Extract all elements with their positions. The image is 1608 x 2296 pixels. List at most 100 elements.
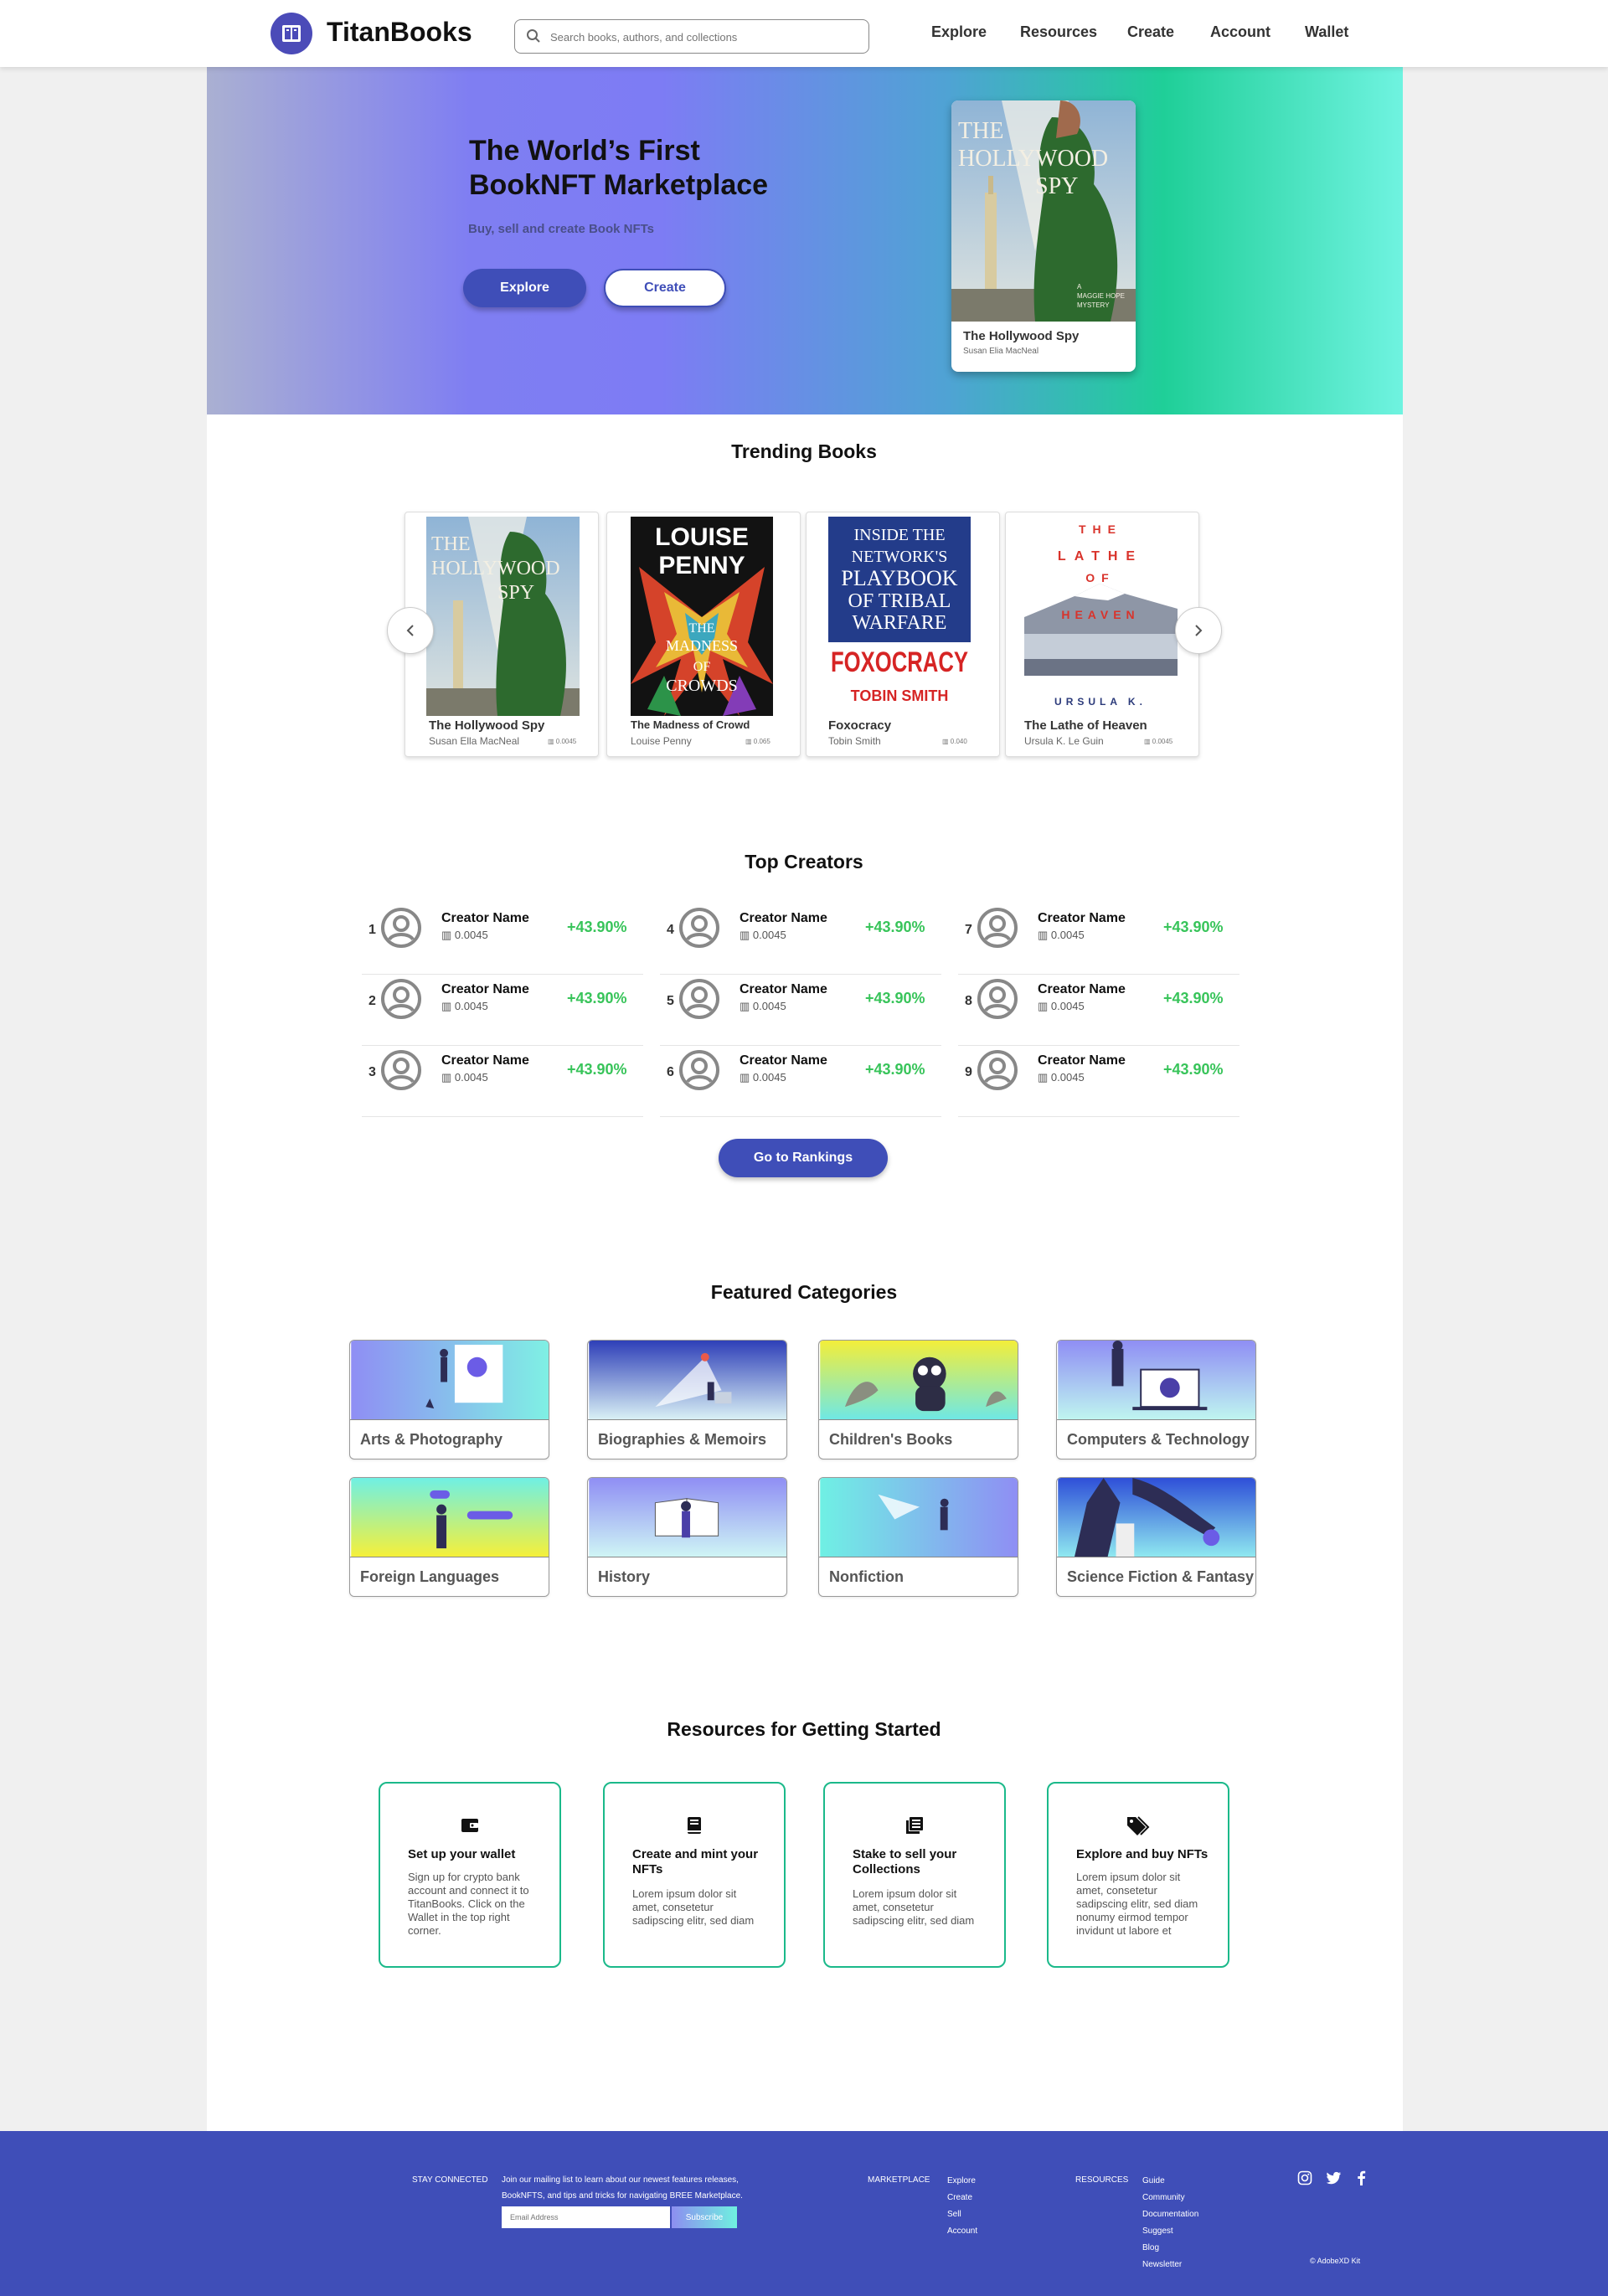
book-author: Louise Penny xyxy=(631,735,692,747)
avatar-icon xyxy=(977,979,1018,1019)
creator-change: +43.90% xyxy=(1163,919,1224,935)
creator-row[interactable]: 3 Creator Name ▥ 0.0045 +43.90% xyxy=(362,1048,643,1117)
book-card[interactable]: THE LATHE OF HEAVEN URSULA K. The Lathe … xyxy=(1005,512,1199,757)
category-card-computers[interactable]: Computers & Technology xyxy=(1056,1340,1256,1459)
category-card-biographies[interactable]: Biographies & Memoirs xyxy=(587,1340,787,1459)
creator-value: ▥ 0.0045 xyxy=(740,1071,786,1084)
book-cover-image: LOUISE PENNY THE MADNESS OF CROWDS xyxy=(631,517,773,716)
book-author: Susan Ella MacNeal xyxy=(429,735,520,747)
nav-explore[interactable]: Explore xyxy=(931,23,987,41)
featured-categories-title: Featured Categories xyxy=(710,1281,898,1303)
nav-account[interactable]: Account xyxy=(1210,23,1270,41)
creator-row[interactable]: 9 Creator Name ▥ 0.0045 +43.90% xyxy=(958,1048,1240,1117)
category-card-nonfiction[interactable]: Nonfiction xyxy=(818,1477,1018,1597)
svg-text:SPY: SPY xyxy=(497,582,534,604)
category-illustration xyxy=(1057,1341,1255,1420)
category-label: Children's Books xyxy=(829,1431,953,1448)
creator-rank: 1 xyxy=(368,923,376,937)
svg-text:A: A xyxy=(1077,283,1082,291)
creator-row[interactable]: 8 Creator Name ▥ 0.0045 +43.90% xyxy=(958,977,1240,1046)
nav-resources[interactable]: Resources xyxy=(1020,23,1097,41)
coin-icon: ▥ xyxy=(1038,929,1051,941)
avatar-icon xyxy=(381,1050,421,1090)
book-price: ▥ 0.0045 xyxy=(548,738,577,745)
resource-card-explore[interactable]: Explore and buy NFTs Lorem ipsum dolor s… xyxy=(1047,1782,1229,1968)
category-label: Biographies & Memoirs xyxy=(598,1431,767,1448)
featured-book-author: Susan Elia MacNeal xyxy=(963,347,1039,356)
book-card[interactable]: INSIDE THE NETWORK'S PLAYBOOK OF TRIBAL … xyxy=(806,512,1000,757)
creator-name: Creator Name xyxy=(1038,1053,1126,1068)
hero-create-button[interactable]: Create xyxy=(604,269,726,307)
category-illustration xyxy=(588,1478,786,1557)
search-bar[interactable] xyxy=(514,19,869,54)
creator-value: ▥ 0.0045 xyxy=(740,1000,786,1012)
footer-link-suggest[interactable]: Suggest xyxy=(1142,2223,1173,2240)
creator-row[interactable]: 4 Creator Name ▥ 0.0045 +43.90% xyxy=(660,906,941,975)
creator-change: +43.90% xyxy=(1163,990,1224,1006)
creator-row[interactable]: 7 Creator Name ▥ 0.0045 +43.90% xyxy=(958,906,1240,975)
featured-book-card[interactable]: THE HOLLYWOOD SPY A MAGGIE HOPE MYSTERY … xyxy=(951,100,1136,372)
svg-text:OF: OF xyxy=(693,660,711,674)
book-title: The Hollywood Spy xyxy=(429,718,545,733)
twitter-icon[interactable] xyxy=(1327,2171,1342,2185)
category-card-foreign-languages[interactable]: Foreign Languages xyxy=(349,1477,549,1597)
category-label: Computers & Technology xyxy=(1067,1431,1250,1448)
creator-change: +43.90% xyxy=(865,919,925,935)
logo-icon[interactable] xyxy=(271,13,312,54)
book-card[interactable]: THE HOLLYWOOD SPY The Hollywood Spy Susa… xyxy=(405,512,599,757)
category-card-childrens[interactable]: Children's Books xyxy=(818,1340,1018,1459)
category-card-arts[interactable]: Arts & Photography xyxy=(349,1340,549,1459)
footer-link-sell[interactable]: Sell xyxy=(947,2206,961,2223)
resource-card-create[interactable]: Create and mint your NFTs Lorem ipsum do… xyxy=(603,1782,786,1968)
footer-link-create[interactable]: Create xyxy=(947,2190,972,2206)
creator-value: ▥ 0.0045 xyxy=(1038,1071,1085,1084)
book-card[interactable]: LOUISE PENNY THE MADNESS OF CROWDS The M… xyxy=(606,512,801,757)
footer-link-guide[interactable]: Guide xyxy=(1142,2173,1165,2190)
book-price: ▥ 0.040 xyxy=(942,738,967,745)
footer-link-blog[interactable]: Blog xyxy=(1142,2240,1159,2257)
hero-explore-button[interactable]: Explore xyxy=(463,269,586,307)
footer-link-account[interactable]: Account xyxy=(947,2223,977,2240)
carousel-next-button[interactable] xyxy=(1175,607,1222,654)
category-label: History xyxy=(598,1568,651,1585)
category-card-science-fiction[interactable]: Science Fiction & Fantasy xyxy=(1056,1477,1256,1597)
email-field[interactable] xyxy=(502,2206,670,2228)
resource-card-wallet[interactable]: Set up your wallet Sign up for crypto ba… xyxy=(379,1782,561,1968)
svg-text:THE: THE xyxy=(1079,523,1122,536)
svg-text:LOUISE: LOUISE xyxy=(655,523,749,551)
creator-row[interactable]: 1 Creator Name ▥ 0.0045 +43.90% xyxy=(362,906,643,975)
nav-wallet[interactable]: Wallet xyxy=(1305,23,1348,41)
hero-subtitle: Buy, sell and create Book NFTs xyxy=(468,222,655,236)
facebook-icon[interactable] xyxy=(1356,2170,1366,2185)
resource-title: Set up your wallet xyxy=(408,1847,516,1861)
category-label: Foreign Languages xyxy=(360,1568,500,1585)
subscribe-button[interactable]: Subscribe xyxy=(672,2206,737,2228)
category-card-history[interactable]: History xyxy=(587,1477,787,1597)
carousel-prev-button[interactable] xyxy=(387,607,434,654)
svg-text:WARFARE: WARFARE xyxy=(853,612,947,634)
search-input[interactable] xyxy=(550,27,860,47)
go-to-rankings-button[interactable]: Go to Rankings xyxy=(719,1139,888,1177)
footer-link-community[interactable]: Community xyxy=(1142,2190,1185,2206)
creator-value: ▥ 0.0045 xyxy=(740,929,786,941)
creator-row[interactable]: 5 Creator Name ▥ 0.0045 +43.90% xyxy=(660,977,941,1046)
footer-link-newsletter[interactable]: Newsletter xyxy=(1142,2257,1182,2273)
coin-icon: ▥ xyxy=(1038,1071,1051,1084)
chevron-right-icon xyxy=(1195,625,1203,636)
marketplace-heading: MARKETPLACE xyxy=(868,2175,930,2185)
creator-row[interactable]: 6 Creator Name ▥ 0.0045 +43.90% xyxy=(660,1048,941,1117)
book-price: ▥ 0.0045 xyxy=(1144,738,1173,745)
book-price: ▥ 0.065 xyxy=(745,738,770,745)
coin-icon: ▥ xyxy=(1144,738,1152,745)
svg-text:URSULA K.: URSULA K. xyxy=(1054,696,1147,708)
creator-rank: 9 xyxy=(965,1065,972,1079)
nav-create[interactable]: Create xyxy=(1127,23,1174,41)
instagram-icon[interactable] xyxy=(1297,2170,1312,2185)
footer-link-documentation[interactable]: Documentation xyxy=(1142,2206,1198,2223)
resource-card-stake[interactable]: Stake to sell your Collections Lorem ips… xyxy=(823,1782,1006,1968)
footer-link-explore[interactable]: Explore xyxy=(947,2173,976,2190)
avatar-icon xyxy=(977,1050,1018,1090)
logo-text[interactable]: TitanBooks xyxy=(327,17,472,48)
svg-text:LATHE: LATHE xyxy=(1058,549,1143,564)
creator-row[interactable]: 2 Creator Name ▥ 0.0045 +43.90% xyxy=(362,977,643,1046)
